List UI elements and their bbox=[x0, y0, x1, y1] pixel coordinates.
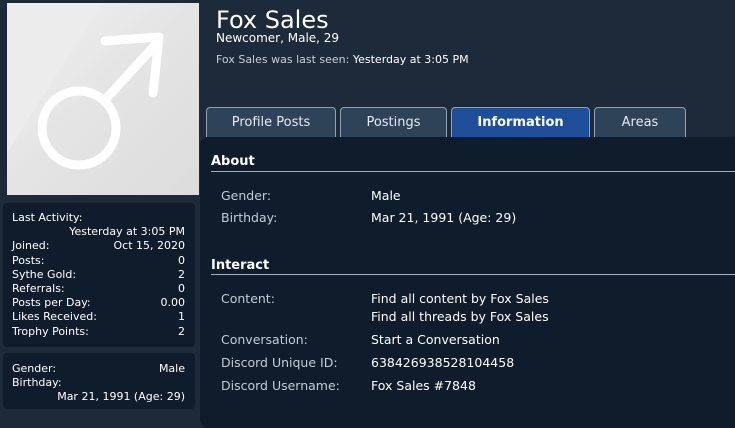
stat-row-sythe-gold: Sythe Gold: 2 bbox=[12, 268, 185, 282]
stat-row-posts-per-day: Posts per Day: 0.00 bbox=[12, 296, 185, 310]
find-all-content-link[interactable]: Find all content by Fox Sales bbox=[371, 291, 549, 306]
stat-value[interactable]: 2 bbox=[178, 325, 185, 339]
find-all-threads-link[interactable]: Find all threads by Fox Sales bbox=[371, 309, 549, 324]
stat-value: 1 bbox=[178, 310, 185, 324]
about-birthday-value: Mar 21, 1991 (Age: 29) bbox=[371, 210, 517, 225]
stat-label: Trophy Points: bbox=[12, 324, 89, 338]
about-heading: About bbox=[211, 154, 255, 169]
stat-label: Joined: bbox=[12, 239, 50, 253]
stat-row-referrals: Referrals: 0 bbox=[12, 282, 185, 296]
profile-tabs: Profile Posts Postings Information Areas bbox=[206, 107, 686, 137]
last-activity-value: Yesterday at 3:05 PM bbox=[69, 225, 185, 239]
birthday-value: Mar 21, 1991 (Age: 29) bbox=[57, 390, 185, 404]
tab-areas[interactable]: Areas bbox=[594, 107, 686, 137]
discord-username-label: Discord Username: bbox=[221, 378, 340, 393]
avatar[interactable] bbox=[7, 3, 199, 195]
stat-value: 0 bbox=[178, 282, 185, 296]
stat-value[interactable]: 0 bbox=[178, 254, 185, 268]
gender-value: Male bbox=[158, 362, 185, 375]
profile-subtitle: Newcomer, Male, 29 bbox=[216, 31, 340, 45]
birthday-label: Birthday: bbox=[12, 376, 62, 390]
stat-value: 0.00 bbox=[160, 296, 186, 310]
content-label: Content: bbox=[221, 291, 275, 306]
conversation-label: Conversation: bbox=[221, 332, 308, 347]
gender-label: Gender: bbox=[12, 362, 57, 375]
stat-label: Posts per Day: bbox=[12, 296, 91, 310]
stat-row-posts[interactable]: Posts: 0 bbox=[12, 254, 185, 268]
about-gender-value: Male bbox=[371, 188, 401, 203]
gender-row: Gender: Male bbox=[12, 362, 185, 376]
last-seen-value: Yesterday at 3:05 PM bbox=[352, 53, 469, 66]
stat-label: Referrals: bbox=[12, 282, 65, 296]
about-divider bbox=[211, 171, 735, 172]
tab-profile-posts[interactable]: Profile Posts bbox=[206, 107, 336, 137]
discord-username-value: Fox Sales #7848 bbox=[371, 378, 476, 393]
birthday-row: Birthday: bbox=[12, 376, 185, 390]
interact-heading: Interact bbox=[211, 258, 270, 273]
stat-row-joined: Joined: Oct 15, 2020 bbox=[12, 239, 185, 253]
stat-label: Posts: bbox=[12, 253, 45, 267]
stat-row-likes-received: Likes Received: 1 bbox=[12, 310, 185, 324]
profile-name: Fox Sales bbox=[216, 6, 329, 34]
birthday-value-row: Mar 21, 1991 (Age: 29) bbox=[12, 390, 185, 404]
stat-row-trophy-points[interactable]: Trophy Points: 2 bbox=[12, 325, 185, 339]
discord-id-value: 638426938528104458 bbox=[371, 355, 515, 370]
member-info-panel: Gender: Male Birthday: Mar 21, 1991 (Age… bbox=[3, 353, 195, 409]
stat-label: Likes Received: bbox=[12, 310, 97, 324]
discord-id-label: Discord Unique ID: bbox=[221, 355, 338, 370]
tab-postings[interactable]: Postings bbox=[340, 107, 447, 137]
interact-divider bbox=[211, 274, 735, 275]
tab-information[interactable]: Information bbox=[451, 107, 590, 137]
last-activity-row: Last Activity: bbox=[12, 211, 185, 225]
start-conversation-link[interactable]: Start a Conversation bbox=[371, 332, 500, 347]
stat-value: Oct 15, 2020 bbox=[113, 239, 186, 253]
male-symbol-icon bbox=[7, 3, 164, 170]
stat-label: Sythe Gold: bbox=[12, 267, 77, 281]
about-gender-label: Gender: bbox=[221, 188, 272, 203]
last-activity-value-row: Yesterday at 3:05 PM bbox=[12, 225, 185, 239]
last-seen-label: Fox Sales was last seen: bbox=[216, 53, 350, 66]
last-seen: Fox Sales was last seen: Yesterday at 3:… bbox=[216, 53, 469, 66]
member-stats-panel: Last Activity: Yesterday at 3:05 PM Join… bbox=[3, 203, 195, 347]
stat-value: 2 bbox=[178, 267, 185, 281]
last-activity-label: Last Activity: bbox=[12, 211, 83, 224]
information-panel: About Gender: Male Birthday: Mar 21, 199… bbox=[200, 137, 735, 428]
about-birthday-label: Birthday: bbox=[221, 210, 278, 225]
